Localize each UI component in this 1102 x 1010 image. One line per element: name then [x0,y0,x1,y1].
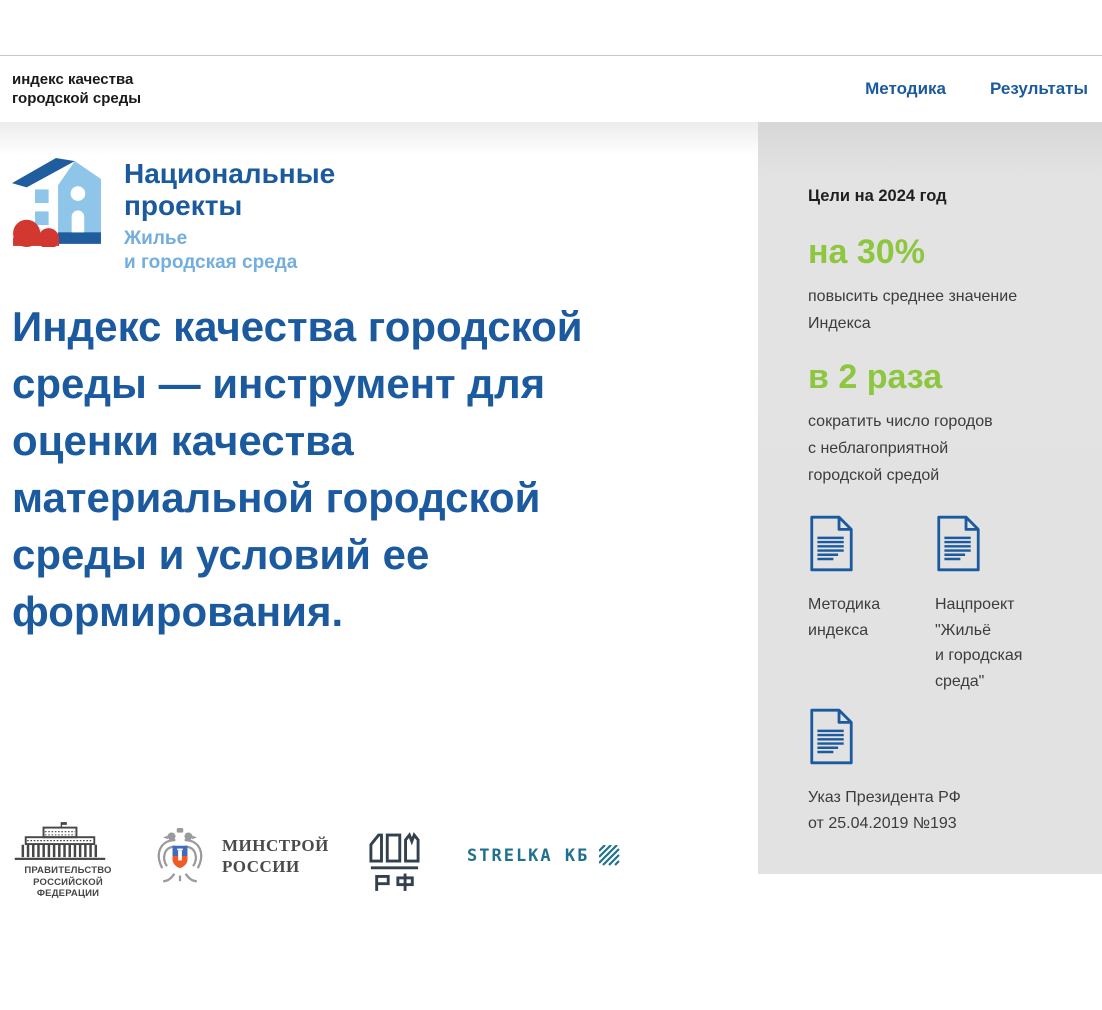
document-label: Нацпроект "Жильё и городская среда" [935,592,1062,694]
partner-minstroy[interactable]: МИНСТРОЙ РОССИИ [152,827,329,885]
doc-label-line: среда" [935,669,1062,695]
partner-logos-row: ПРАВИТЕЛЬСТВО РОССИЙСКОЙ ФЕДЕРАЦИИ [12,817,712,927]
doc-label-line: Указ Президента РФ [808,785,1038,811]
logo-subtitle-line: и городская среда [124,251,335,275]
document-presidential-decree[interactable]: Указ Президента РФ от 25.04.2019 №193 [808,708,1038,836]
goal-description: повысить среднее значение Индекса [808,283,1066,337]
national-projects-logo-text: Национальные проекты Жилье и городская с… [124,158,335,275]
national-projects-logo: Национальные проекты Жилье и городская с… [12,158,335,275]
sidebar-title: Цели на 2024 год [808,186,1066,206]
main-nav: Методика Результаты [865,79,1088,99]
caption-line: ФЕДЕРАЦИИ [12,888,124,900]
goal-description: сократить число городов с неблагоприятно… [808,408,1066,489]
caption-line: РОССИИ [222,856,329,877]
partner-dom-rf[interactable] [368,832,420,892]
doc-label-line: от 25.04.2019 №193 [808,811,1038,837]
goal-increase-index: на 30% повысить среднее значение Индекса [808,233,1066,337]
national-projects-subtitle: Жилье и городская среда [124,227,335,275]
caption-line: МИНСТРОЙ [222,835,329,856]
caption-line: ПРАВИТЕЛЬСТВО [12,865,124,877]
doc-label-line: Нацпроект [935,592,1062,618]
document-icon [808,708,855,765]
content-band: Национальные проекты Жилье и городская с… [0,122,1102,874]
site-title-line: городской среды [12,89,141,108]
page-title: Индекс качества городской среды — инстру… [12,298,632,640]
site-title-line: индекс качества [12,70,141,89]
document-icon [935,515,982,572]
doc-label-line: Методика [808,592,935,618]
document-label: Методика индекса [808,592,935,643]
document-natsproject[interactable]: Нацпроект "Жильё и городская среда" [935,515,1062,694]
doc-label-line: "Жильё [935,618,1062,644]
site-title: индекс качества городской среды [12,70,141,108]
minstroy-eagle-icon [152,827,208,885]
document-methodology[interactable]: Методика индекса [808,515,935,694]
document-label: Указ Президента РФ от 25.04.2019 №193 [808,785,1038,836]
goal-value: в 2 раза [808,358,1066,396]
logo-subtitle-line: Жилье [124,227,335,251]
doc-label-line: и городская [935,643,1062,669]
partner-government-of-russia[interactable]: ПРАВИТЕЛЬСТВО РОССИЙСКОЙ ФЕДЕРАЦИИ [12,822,124,900]
document-icon [808,515,855,572]
nav-link-results[interactable]: Результаты [990,79,1088,99]
national-projects-title: Национальные проекты [124,158,335,222]
house-icon [12,158,102,247]
goal-desc-line: повысить среднее значение [808,283,1066,310]
documents-grid: Методика индекса [808,515,1066,694]
government-caption: ПРАВИТЕЛЬСТВО РОССИЙСКОЙ ФЕДЕРАЦИИ [12,865,124,900]
goal-reduce-cities: в 2 раза сократить число городов с небла… [808,358,1066,489]
top-whitespace [0,0,1102,55]
goals-sidebar: Цели на 2024 год на 30% повысить среднее… [758,122,1102,874]
goal-desc-line: городской средой [808,462,1066,489]
caption-line: РОССИЙСКОЙ [12,877,124,889]
goal-value: на 30% [808,233,1066,271]
goal-desc-line: сократить число городов [808,408,1066,435]
site-header: индекс качества городской среды Методика… [0,55,1102,122]
partner-strelka-kb[interactable]: STRELKA КБ [467,845,620,866]
goal-desc-line: Индекса [808,310,1066,337]
dom-rf-logo-icon [368,832,420,892]
doc-label-line: индекса [808,618,935,644]
goal-desc-line: с неблагоприятной [808,435,1066,462]
nav-link-methodology[interactable]: Методика [865,79,946,99]
minstroy-caption: МИНСТРОЙ РОССИИ [222,835,329,877]
government-building-icon [12,822,108,862]
logo-title-line: Национальные [124,158,335,190]
logo-title-line: проекты [124,190,335,222]
strelka-label: STRELKA КБ [467,846,589,866]
strelka-hatch-icon [599,845,620,866]
main-area: Национальные проекты Жилье и городская с… [0,122,758,874]
